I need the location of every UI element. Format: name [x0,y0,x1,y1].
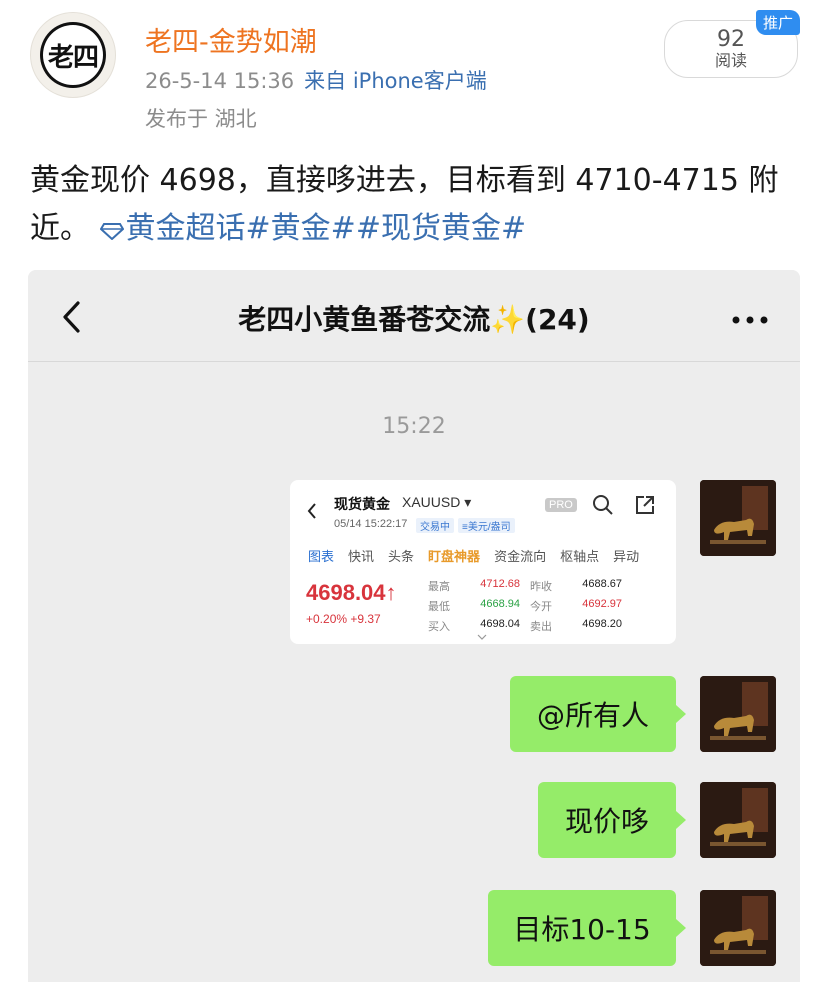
chat-bubble[interactable]: 目标10-15 [488,890,676,966]
author-avatar[interactable]: 老四 [30,12,116,98]
bubble-tail [676,919,686,937]
stat-value: 4688.67 [582,578,622,590]
bubble-tail [676,705,686,723]
quote-tabs: 图表 快讯 头条 盯盘神器 资金流向 枢轴点 异动 [308,546,639,565]
bull-statue-icon [700,676,776,752]
topic-link-text: 黄金超话#黄金##现货黄金# [125,211,527,246]
stat-value: 4698.20 [582,618,622,630]
quote-tab: 图表 [308,549,335,564]
quote-code: XAUUSD ▾ [402,494,472,510]
chat-screenshot[interactable]: 老四小黄鱼番苍交流✨(24) 15:22 现货黄金 XAUUSD ▾ 05/14… [28,270,800,982]
avatar-logo: 老四 [40,22,106,88]
bull-statue-icon [700,890,776,966]
stat-label: 最低 [428,601,450,613]
quote-tab: 头条 [388,549,415,564]
chat-message-text: @所有人 [536,699,649,732]
quote-stats: 最高 4712.68 昨收 4688.67 最低 4668.94 今开 4692… [428,578,662,634]
quote-change: +0.20% +9.37 [306,612,381,626]
quote-screenshot-message[interactable]: 现货黄金 XAUUSD ▾ 05/14 15:22:17 交易中 ≡美元/盎司 … [290,480,676,644]
quote-price: 4698.04↑ [306,580,397,605]
read-label: 阅读 [714,51,747,70]
quote-pro-badge: PRO [545,498,577,512]
stat-label: 最高 [428,581,450,593]
chat-title: 老四小黄鱼番苍交流✨(24) [238,303,590,336]
diamond-icon [99,223,124,240]
topic-link[interactable]: 黄金超话#黄金##现货黄金# [99,211,527,246]
quote-date: 05/14 15:22:17 [334,518,408,530]
post-source[interactable]: 来自 iPhone客户端 [304,69,487,93]
stat-value: 4668.94 [480,598,520,610]
more-icon[interactable] [732,316,768,324]
bubble-tail [676,811,686,829]
stat-value: 4692.97 [582,598,622,610]
quote-status-tag: 交易中 [416,518,454,533]
chat-header: 老四小黄鱼番苍交流✨(24) [28,270,800,362]
post-body: 黄金现价 4698，直接哆进去，目标看到 4710-4715 附近。 黄金超话#… [30,157,800,253]
quote-search-icon [593,495,613,515]
stat-value: 4712.68 [480,578,520,590]
stat-label: 卖出 [530,621,552,633]
post-location: 发布于 湖北 [145,107,257,131]
chat-bubble[interactable]: 现价哆 [538,782,676,858]
quote-tab: 枢轴点 [560,549,600,564]
quote-tab: 资金流向 [494,549,547,564]
sender-avatar[interactable] [700,676,776,752]
stat-label: 买入 [428,621,450,633]
sender-avatar[interactable] [700,782,776,858]
sender-avatar[interactable] [700,480,776,556]
quote-tab: 异动 [613,549,640,564]
quote-tab: 快讯 [348,549,375,564]
avatar-logo-text: 老四 [47,42,99,73]
quote-currency-tag: ≡美元/盎司 [458,518,515,533]
stat-label: 今开 [530,601,552,613]
chat-message-text: 目标10-15 [513,913,651,946]
post-meta: 26-5-14 15:36 来自 iPhone客户端 [145,65,487,95]
stat-value: 4698.04 [480,618,520,630]
quote-back-icon [307,503,316,519]
quote-name: 现货黄金 [334,496,390,512]
bull-statue-icon [700,480,776,556]
chat-bubble[interactable]: @所有人 [510,676,676,752]
quote-tab: 盯盘神器 [428,549,481,564]
promo-badge[interactable]: 推广 [756,10,801,35]
quote-share-icon [636,496,654,514]
stat-label: 昨收 [530,581,552,593]
post-datetime: 26-5-14 15:36 [145,69,295,93]
sender-avatar[interactable] [700,890,776,966]
quote-expand-icon [477,634,487,640]
read-count: 92 [717,27,745,52]
author-name[interactable]: 老四-金势如潮 [145,20,317,59]
chat-timestamp: 15:22 [382,414,446,439]
bull-statue-icon [700,782,776,858]
chat-message-text: 现价哆 [564,805,649,838]
